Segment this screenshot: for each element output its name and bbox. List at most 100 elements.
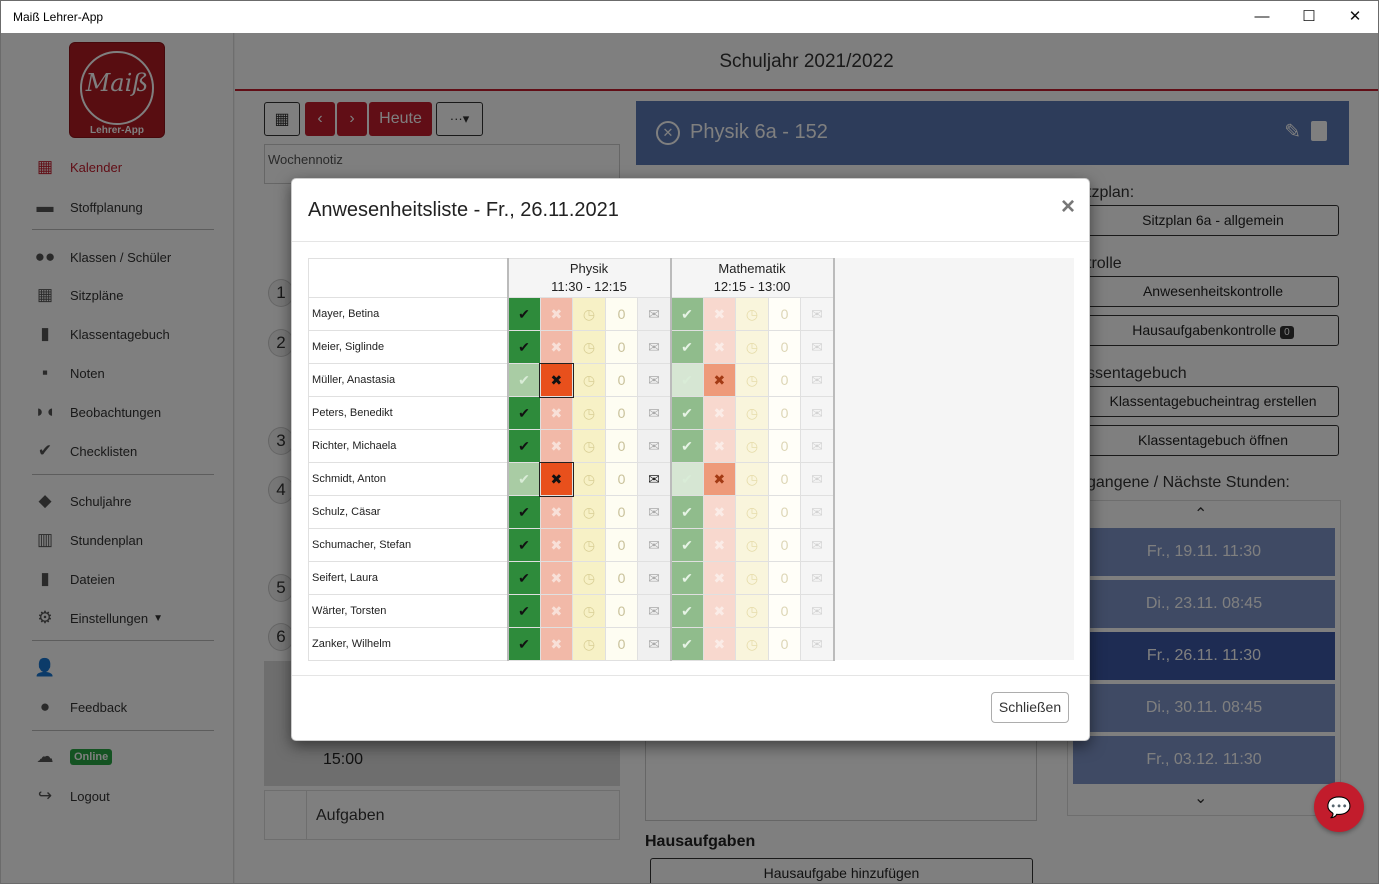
present-toggle[interactable]: ✔ (669, 561, 704, 595)
absent-toggle[interactable]: ✖ (539, 297, 574, 331)
present-toggle[interactable]: ✔ (669, 363, 704, 397)
mail-icon[interactable]: ✉ (800, 495, 835, 529)
late-minutes-input[interactable]: 0 (767, 363, 802, 397)
minimize-button[interactable]: — (1239, 1, 1285, 33)
late-clock-icon[interactable]: ◷ (572, 330, 606, 364)
absent-toggle[interactable]: ✖ (539, 528, 574, 562)
mail-icon[interactable]: ✉ (637, 594, 672, 628)
present-toggle[interactable]: ✔ (669, 330, 704, 364)
mail-icon[interactable]: ✉ (637, 528, 672, 562)
late-minutes-input[interactable]: 0 (767, 561, 802, 595)
late-clock-icon[interactable]: ◷ (572, 297, 606, 331)
late-clock-icon[interactable]: ◷ (735, 429, 769, 463)
late-minutes-input[interactable]: 0 (604, 396, 639, 430)
present-toggle[interactable]: ✔ (669, 396, 704, 430)
late-minutes-input[interactable]: 0 (604, 363, 639, 397)
present-toggle[interactable]: ✔ (669, 429, 704, 463)
mail-icon[interactable]: ✉ (637, 495, 672, 529)
mail-icon[interactable]: ✉ (800, 330, 835, 364)
mail-icon[interactable]: ✉ (800, 363, 835, 397)
present-toggle[interactable]: ✔ (506, 627, 541, 661)
late-clock-icon[interactable]: ◷ (572, 363, 606, 397)
present-toggle[interactable]: ✔ (669, 495, 704, 529)
late-minutes-input[interactable]: 0 (604, 462, 639, 496)
present-toggle[interactable]: ✔ (506, 495, 541, 529)
mail-icon[interactable]: ✉ (637, 462, 672, 496)
present-toggle[interactable]: ✔ (669, 594, 704, 628)
present-toggle[interactable]: ✔ (506, 396, 541, 430)
absent-toggle[interactable]: ✖ (539, 429, 574, 463)
late-minutes-input[interactable]: 0 (767, 627, 802, 661)
late-minutes-input[interactable]: 0 (767, 297, 802, 331)
present-toggle[interactable]: ✔ (669, 297, 704, 331)
absent-toggle[interactable]: ✖ (702, 363, 737, 397)
absent-toggle[interactable]: ✖ (702, 561, 737, 595)
mail-icon[interactable]: ✉ (637, 627, 672, 661)
mail-icon[interactable]: ✉ (800, 627, 835, 661)
mail-icon[interactable]: ✉ (800, 429, 835, 463)
late-clock-icon[interactable]: ◷ (735, 297, 769, 331)
late-minutes-input[interactable]: 0 (767, 594, 802, 628)
present-toggle[interactable]: ✔ (669, 462, 704, 496)
late-clock-icon[interactable]: ◷ (735, 363, 769, 397)
late-clock-icon[interactable]: ◷ (572, 429, 606, 463)
late-minutes-input[interactable]: 0 (604, 330, 639, 364)
late-minutes-input[interactable]: 0 (604, 429, 639, 463)
close-window-button[interactable]: ✕ (1332, 1, 1378, 33)
absent-toggle[interactable]: ✖ (539, 330, 574, 364)
present-toggle[interactable]: ✔ (506, 297, 541, 331)
late-clock-icon[interactable]: ◷ (572, 594, 606, 628)
mail-icon[interactable]: ✉ (800, 462, 835, 496)
absent-toggle[interactable]: ✖ (702, 528, 737, 562)
late-minutes-input[interactable]: 0 (767, 495, 802, 529)
present-toggle[interactable]: ✔ (506, 363, 541, 397)
absent-toggle[interactable]: ✖ (702, 330, 737, 364)
late-minutes-input[interactable]: 0 (767, 462, 802, 496)
late-minutes-input[interactable]: 0 (767, 396, 802, 430)
late-clock-icon[interactable]: ◷ (735, 528, 769, 562)
chat-button[interactable]: 💬 (1314, 782, 1364, 832)
mail-icon[interactable]: ✉ (637, 561, 672, 595)
present-toggle[interactable]: ✔ (506, 528, 541, 562)
present-toggle[interactable]: ✔ (506, 330, 541, 364)
absent-toggle[interactable]: ✖ (539, 594, 574, 628)
late-minutes-input[interactable]: 0 (604, 297, 639, 331)
late-minutes-input[interactable]: 0 (604, 528, 639, 562)
absent-toggle[interactable]: ✖ (702, 495, 737, 529)
absent-toggle[interactable]: ✖ (702, 396, 737, 430)
late-clock-icon[interactable]: ◷ (735, 627, 769, 661)
mail-icon[interactable]: ✉ (637, 396, 672, 430)
present-toggle[interactable]: ✔ (669, 528, 704, 562)
present-toggle[interactable]: ✔ (506, 429, 541, 463)
present-toggle[interactable]: ✔ (506, 561, 541, 595)
mail-icon[interactable]: ✉ (637, 363, 672, 397)
late-clock-icon[interactable]: ◷ (735, 594, 769, 628)
late-clock-icon[interactable]: ◷ (735, 495, 769, 529)
mail-icon[interactable]: ✉ (637, 429, 672, 463)
late-clock-icon[interactable]: ◷ (735, 561, 769, 595)
late-clock-icon[interactable]: ◷ (735, 330, 769, 364)
late-minutes-input[interactable]: 0 (767, 429, 802, 463)
late-minutes-input[interactable]: 0 (604, 594, 639, 628)
late-clock-icon[interactable]: ◷ (735, 462, 769, 496)
absent-toggle[interactable]: ✖ (702, 297, 737, 331)
absent-toggle[interactable]: ✖ (702, 627, 737, 661)
mail-icon[interactable]: ✉ (637, 330, 672, 364)
present-toggle[interactable]: ✔ (506, 594, 541, 628)
mail-icon[interactable]: ✉ (800, 297, 835, 331)
absent-toggle[interactable]: ✖ (539, 495, 574, 529)
late-minutes-input[interactable]: 0 (604, 495, 639, 529)
mail-icon[interactable]: ✉ (800, 561, 835, 595)
late-minutes-input[interactable]: 0 (767, 528, 802, 562)
late-clock-icon[interactable]: ◷ (572, 462, 606, 496)
absent-toggle[interactable]: ✖ (539, 627, 574, 661)
modal-close-icon[interactable]: × (1061, 193, 1075, 221)
mail-icon[interactable]: ✉ (637, 297, 672, 331)
present-toggle[interactable]: ✔ (506, 462, 541, 496)
late-clock-icon[interactable]: ◷ (735, 396, 769, 430)
late-clock-icon[interactable]: ◷ (572, 627, 606, 661)
mail-icon[interactable]: ✉ (800, 594, 835, 628)
absent-toggle[interactable]: ✖ (702, 429, 737, 463)
present-toggle[interactable]: ✔ (669, 627, 704, 661)
late-minutes-input[interactable]: 0 (604, 561, 639, 595)
